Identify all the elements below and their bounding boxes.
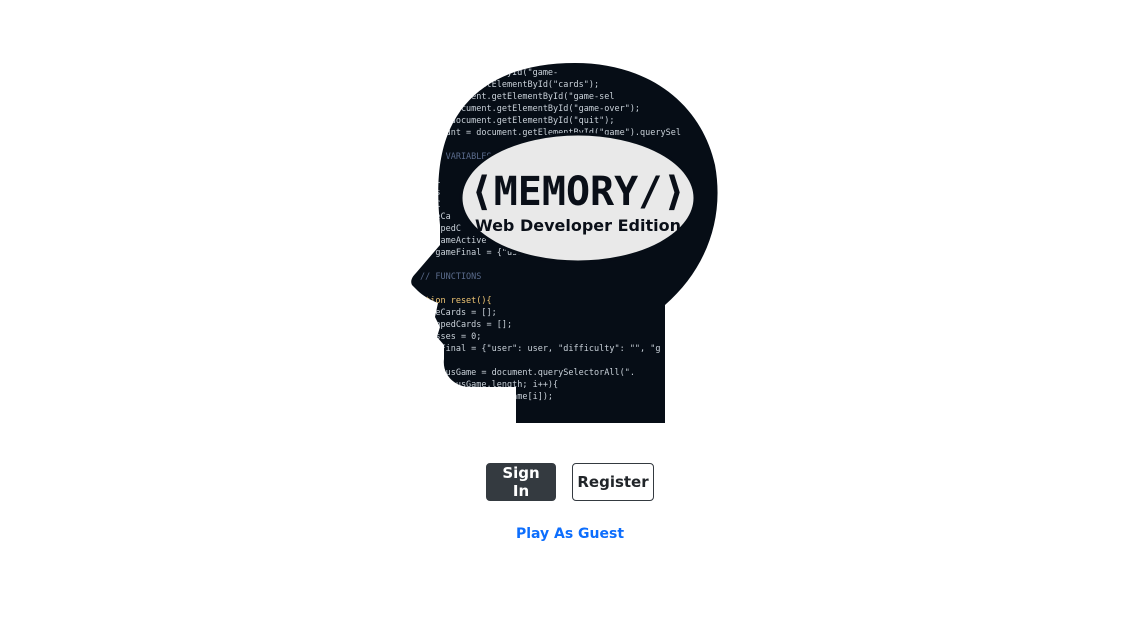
play-as-guest-link[interactable]: Play As Guest: [0, 526, 1140, 542]
code-line: rt = document.getElementById("game-sel: [420, 92, 614, 102]
code-line: iffi: [420, 176, 440, 186]
code-line: tmlC: [420, 200, 440, 210]
code-line: (previousGame.length; i++){: [420, 380, 558, 390]
code-line: ver = document.getElementById("game-over…: [420, 104, 640, 114]
code-line: ument.getElementById("game-: [420, 68, 558, 78]
logo-title: ⟨MEMORY/⟩: [470, 169, 687, 215]
code-line: gameCards = [];: [420, 308, 497, 318]
code-line: = document.getElementById("cards");: [420, 80, 599, 90]
code-line: gameCa: [420, 212, 451, 222]
logo-subtitle: Web Developer Edition: [475, 216, 681, 235]
code-line: guesses = 0;: [420, 332, 481, 342]
auth-actions: Sign In Register: [0, 463, 1140, 501]
register-button[interactable]: Register: [572, 463, 654, 501]
code-line: oveChild(previousGame[i]);: [420, 392, 553, 402]
code-line: reviousGame = document.querySelectorAll(…: [420, 368, 635, 378]
code-line: uess: [420, 188, 440, 198]
memory-logo: ument.getElementById("game- = document.g…: [411, 63, 718, 423]
code-line: flippedC: [420, 224, 461, 234]
sign-in-button[interactable]: Sign In: [486, 463, 556, 501]
code-line: // FUNCTIONS: [420, 272, 481, 282]
code-line: ction reset(){: [420, 296, 492, 306]
code-line: et gameActive: [420, 236, 487, 246]
code-line: flippedCards = [];: [420, 320, 512, 330]
code-line: gameFinal = {"user": user, "difficulty":…: [420, 344, 661, 354]
code-line: Btn = document.getElementById("quit");: [420, 116, 614, 126]
code-line: er: [420, 164, 430, 174]
landing-page: ument.getElementById("game- = document.g…: [0, 0, 1140, 626]
